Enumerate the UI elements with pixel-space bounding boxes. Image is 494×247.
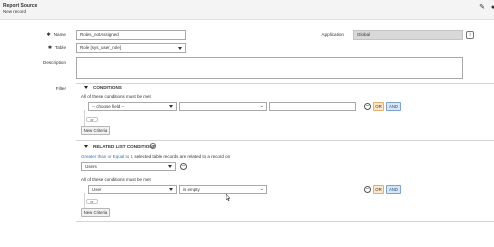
name-input[interactable]: Roles_notAssigned: [76, 30, 186, 40]
help-icon[interactable]: ?: [150, 143, 156, 149]
form-header: Report Source New record ✎ ●: [0, 0, 494, 20]
filter-label: Filter: [55, 86, 66, 91]
remove-condition-icon[interactable]: –: [364, 103, 371, 110]
related-bottom-divider: [76, 221, 494, 222]
required-marker-icon: ✱: [47, 45, 53, 51]
dropdown-arrow-icon: [169, 188, 173, 191]
related-title: RELATED LIST CONDITIONS: [93, 144, 156, 149]
or-separator: or: [86, 199, 98, 204]
new-criteria-button[interactable]: New Criteria: [81, 126, 110, 135]
conditions-divider: [76, 140, 494, 141]
remove-related-condition-icon[interactable]: –: [364, 186, 371, 193]
and-condition-button[interactable]: AND: [386, 102, 401, 111]
more-options-icon[interactable]: ●: [489, 4, 494, 12]
related-count-link[interactable]: 1: [131, 154, 134, 159]
and-related-button[interactable]: AND: [386, 185, 401, 194]
or-related-button[interactable]: OR: [373, 185, 384, 194]
name-label: ✱ Name: [46, 32, 66, 38]
condition-field-select[interactable]: -- choose field --: [88, 102, 177, 111]
or-condition-button[interactable]: OR: [373, 102, 384, 111]
dropdown-arrow-icon: [178, 47, 182, 50]
filter-top-divider: [76, 83, 494, 84]
condition-operator-select[interactable]: ⌄: [179, 102, 267, 111]
description-textarea[interactable]: [76, 57, 463, 79]
chevron-down-icon: ⌄: [259, 186, 264, 192]
dropdown-arrow-icon: [168, 165, 172, 168]
table-label: ✱ Table: [47, 45, 66, 51]
related-all-met: All of these conditions must be met: [81, 177, 151, 182]
form-subtitle: New record: [3, 9, 27, 14]
dropdown-arrow-icon: [169, 105, 173, 108]
conditions-all-met: All of these conditions must be met: [81, 94, 151, 99]
application-label: Application: [321, 32, 344, 37]
chevron-down-icon: ⌄: [259, 103, 264, 109]
collapse-related-icon[interactable]: [84, 145, 88, 148]
remove-related-icon[interactable]: –: [180, 163, 187, 170]
related-new-criteria-button[interactable]: New Criteria: [81, 208, 110, 217]
required-marker-icon: ✱: [46, 32, 51, 38]
related-table-select[interactable]: Users: [81, 162, 176, 171]
application-field: Global: [353, 30, 463, 40]
related-description: Greater than or Equal to 1 selected tabl…: [81, 154, 231, 159]
condition-value-input[interactable]: [269, 102, 356, 111]
conditions-title: CONDITIONS: [93, 85, 122, 90]
mouse-cursor-icon: [226, 194, 230, 201]
table-select[interactable]: Role [sys_user_role]: [76, 43, 186, 53]
description-label: Description: [43, 60, 66, 65]
related-operator-select[interactable]: is empty ⌄: [179, 185, 267, 194]
related-connector-line: [84, 193, 85, 209]
related-field-select[interactable]: User: [88, 185, 177, 194]
or-separator: or: [86, 117, 98, 122]
collapse-conditions-icon[interactable]: [84, 86, 88, 89]
info-icon[interactable]: i: [466, 31, 474, 39]
related-operator-link[interactable]: Greater than or Equal to: [81, 154, 129, 159]
attachment-icon[interactable]: ✎: [478, 4, 486, 12]
